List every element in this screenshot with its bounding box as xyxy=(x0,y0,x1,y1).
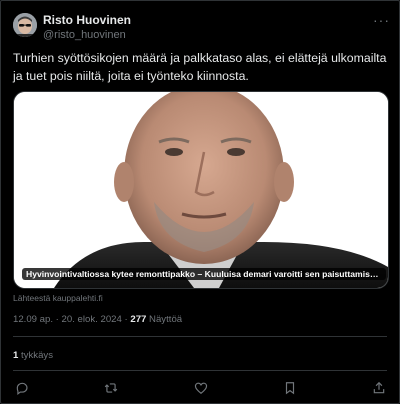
share-icon[interactable] xyxy=(372,381,386,395)
more-icon[interactable]: ··· xyxy=(373,13,390,27)
divider xyxy=(13,336,387,337)
avatar[interactable] xyxy=(13,13,37,37)
author-name[interactable]: Risto Huovinen xyxy=(43,13,131,27)
likes-count: 1 xyxy=(13,350,19,361)
tweet-time[interactable]: 12.09 ap. xyxy=(13,314,53,325)
author-handle[interactable]: @risto_huovinen xyxy=(43,29,126,41)
likes-label: tykkäys xyxy=(21,350,54,361)
link-card[interactable]: Hyvinvointivaltiossa kytee remonttipakko… xyxy=(13,91,389,289)
reply-icon[interactable] xyxy=(15,381,29,395)
avatar-image xyxy=(13,13,37,37)
link-source[interactable]: Lähteestä kauppalehti.fi xyxy=(13,293,103,303)
divider xyxy=(13,370,387,371)
link-card-title[interactable]: Hyvinvointivaltiossa kytee remonttipakko… xyxy=(22,268,386,280)
tweet-container: Risto Huovinen @risto_huovinen ··· Turhi… xyxy=(0,0,400,404)
bookmark-icon[interactable] xyxy=(283,381,297,395)
tweet-text: Turhien syöttösikojen määrä ja palkkatas… xyxy=(13,51,387,83)
card-image xyxy=(14,92,388,288)
tweet-meta: 12.09 ap. · 20. elok. 2024 · 277 Näyttöä xyxy=(13,314,182,325)
retweet-icon[interactable] xyxy=(104,381,118,395)
views-count: 277 xyxy=(130,314,147,325)
views-label: Näyttöä xyxy=(149,314,183,325)
likes-stat[interactable]: 1 tykkäys xyxy=(13,350,53,361)
like-icon[interactable] xyxy=(194,381,208,395)
tweet-date[interactable]: 20. elok. 2024 xyxy=(62,314,122,325)
meta-separator: · xyxy=(53,314,62,325)
